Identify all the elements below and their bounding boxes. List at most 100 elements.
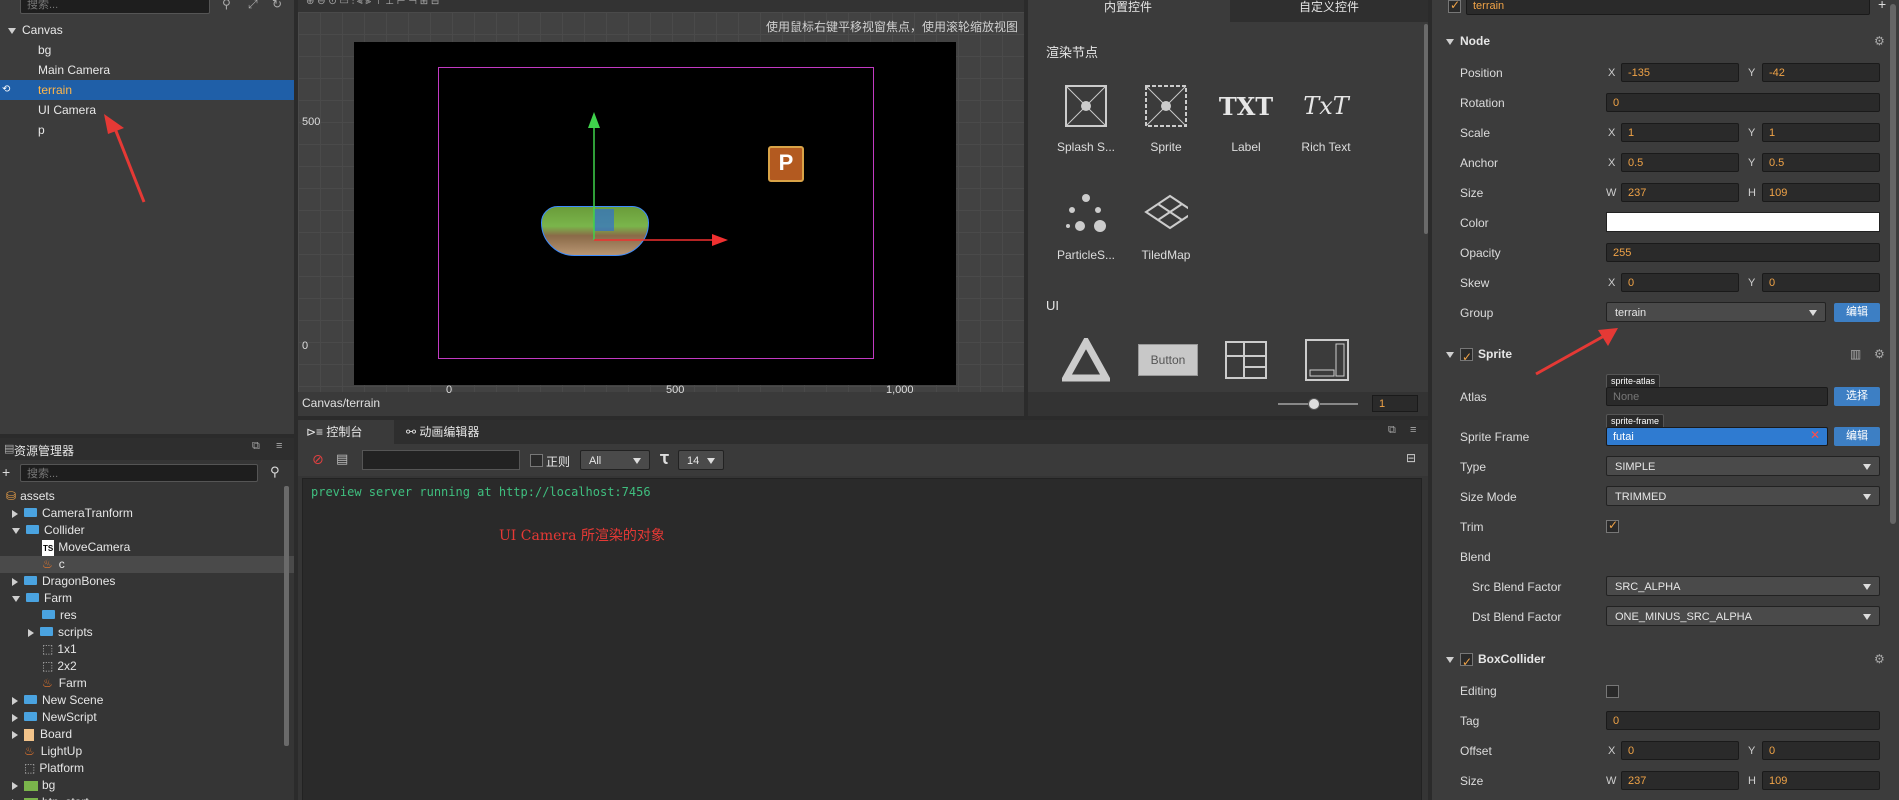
library-scrollbar[interactable]	[1424, 24, 1428, 234]
caret-right-icon[interactable]	[12, 577, 18, 586]
hierarchy-search-input[interactable]: 搜索...	[20, 0, 210, 14]
sprite-frame-input[interactable]: futai	[1606, 427, 1828, 446]
asset-folder[interactable]: res	[0, 607, 294, 624]
position-x-input[interactable]: -135	[1621, 63, 1739, 82]
gear-icon[interactable]: ⚙	[1874, 648, 1885, 670]
popout-icon[interactable]: ⧉	[1388, 424, 1396, 437]
box-size-w-input[interactable]: 237	[1621, 771, 1739, 790]
asset-file[interactable]: Board	[0, 726, 294, 743]
file-icon[interactable]: ▤	[336, 451, 348, 467]
asset-file[interactable]: ♨ Farm	[0, 675, 294, 692]
atlas-select-button[interactable]: 选择	[1834, 387, 1880, 406]
tag-input[interactable]: 0	[1606, 711, 1880, 730]
asset-file[interactable]: ⬚ 1x1	[0, 641, 294, 658]
asset-file[interactable]: ⬚ Platform	[0, 760, 294, 777]
asset-folder[interactable]: Collider	[0, 522, 294, 539]
anchor-y-input[interactable]: 0.5	[1762, 153, 1880, 172]
asset-folder[interactable]: scripts	[0, 624, 294, 641]
asset-file[interactable]: TS MoveCamera	[0, 539, 294, 557]
search-icon[interactable]: ⚲	[222, 0, 231, 11]
caret-down-icon[interactable]	[12, 595, 20, 602]
tab-custom[interactable]: 自定义控件	[1230, 0, 1428, 22]
caret-right-icon[interactable]	[12, 713, 18, 722]
boxcollider-enabled-checkbox[interactable]	[1460, 651, 1473, 673]
asset-file[interactable]: btn_start	[0, 794, 294, 800]
asset-root[interactable]: ⛁ assets	[0, 488, 288, 505]
transform-gizmo[interactable]	[574, 112, 734, 252]
refresh-icon[interactable]: ↻	[272, 0, 282, 11]
size-mode-select[interactable]: TRIMMED	[1606, 486, 1880, 506]
asset-folder[interactable]: New Scene	[0, 692, 294, 709]
inspector-scrollbar[interactable]	[1890, 4, 1896, 524]
scale-y-input[interactable]: 1	[1762, 123, 1880, 142]
lib-item-sprite[interactable]: Sprite	[1126, 84, 1206, 154]
group-select[interactable]: terrain	[1606, 302, 1826, 322]
ui-layout-icon[interactable]	[1224, 340, 1268, 380]
caret-right-icon[interactable]	[12, 509, 18, 518]
p-sprite[interactable]: P	[768, 146, 804, 182]
position-y-input[interactable]: -42	[1762, 63, 1880, 82]
atlas-input[interactable]: None	[1606, 387, 1828, 406]
zoom-icon[interactable]: ⊕ ⊖ ⊙ ▭ ⫶ ⫷ ⫸ ⊤ ⊥ ⊢ ⊣ ⊞ ⊟	[306, 0, 439, 7]
collapse-icon[interactable]: ⊟	[1406, 451, 1416, 465]
caret-right-icon[interactable]	[12, 781, 18, 790]
trim-checkbox[interactable]	[1606, 518, 1619, 533]
asset-file[interactable]: ♨ c	[0, 556, 294, 573]
asset-folder[interactable]: Farm	[0, 590, 294, 607]
tab-console[interactable]: ⊳≡ 控制台	[298, 420, 394, 444]
search-icon[interactable]: ⚲	[270, 464, 280, 480]
clear-icon[interactable]: ✕	[1810, 428, 1820, 442]
asset-folder[interactable]: NewScript	[0, 709, 294, 726]
rotation-input[interactable]: 0	[1606, 93, 1880, 112]
size-h-input[interactable]: 109	[1762, 183, 1880, 202]
lib-item-tiledmap[interactable]: TiledMap	[1126, 192, 1206, 262]
regex-checkbox[interactable]	[530, 454, 543, 467]
tab-builtin[interactable]: 内置控件	[1028, 0, 1228, 22]
book-icon[interactable]: ▥	[1850, 343, 1861, 365]
tree-item-terrain[interactable]: ⟲ terrain	[0, 80, 294, 100]
node-active-checkbox[interactable]	[1448, 0, 1461, 13]
tree-item-main-camera[interactable]: Main Camera	[0, 60, 294, 80]
scene-viewport[interactable]: 使用鼠标右键平移视窗焦点，使用滚轮缩放视图 500 0 P 0 500 1,00…	[298, 12, 1024, 396]
offset-y-input[interactable]: 0	[1762, 741, 1880, 760]
color-swatch[interactable]	[1606, 212, 1880, 232]
caret-right-icon[interactable]	[28, 628, 34, 637]
caret-down-icon[interactable]	[12, 527, 20, 534]
add-icon[interactable]: +	[2, 464, 10, 480]
type-select[interactable]: SIMPLE	[1606, 456, 1880, 476]
asset-folder[interactable]: DragonBones	[0, 573, 294, 590]
dst-blend-select[interactable]: ONE_MINUS_SRC_ALPHA	[1606, 606, 1880, 626]
ui-scrollview-icon[interactable]	[1304, 338, 1350, 382]
gear-icon[interactable]: ⚙	[1874, 30, 1885, 52]
caret-right-icon[interactable]	[12, 696, 18, 705]
clear-icon[interactable]: ⊘	[312, 451, 324, 468]
menu-icon[interactable]: ≡	[276, 440, 282, 452]
popout-icon[interactable]: ⧉	[252, 440, 260, 453]
group-edit-button[interactable]: 编辑	[1834, 303, 1880, 322]
log-level-select[interactable]: All	[580, 450, 650, 470]
caret-down-icon[interactable]	[1446, 656, 1454, 663]
boxcollider-section-header[interactable]: BoxCollider ⚙	[1432, 648, 1899, 673]
assets-search-input[interactable]: 搜索...	[20, 464, 258, 482]
editing-checkbox[interactable]	[1606, 685, 1619, 698]
font-size-select[interactable]: 14	[678, 450, 724, 470]
tree-item-bg[interactable]: bg	[0, 40, 294, 60]
ui-triangle-icon[interactable]	[1062, 338, 1110, 382]
lib-item-particle[interactable]: ParticleS...	[1046, 192, 1126, 262]
console-filter-input[interactable]	[362, 450, 520, 470]
src-blend-select[interactable]: SRC_ALPHA	[1606, 576, 1880, 596]
asset-folder[interactable]: CameraTranform	[0, 505, 294, 522]
tab-animation[interactable]: ⚯ 动画编辑器	[398, 420, 504, 444]
game-canvas[interactable]: P	[354, 42, 956, 385]
lib-item-label-node[interactable]: TXT Label	[1206, 84, 1286, 155]
caret-down-icon[interactable]	[1446, 351, 1454, 358]
gear-icon[interactable]: ⚙	[1874, 343, 1885, 365]
sprite-enabled-checkbox[interactable]	[1460, 346, 1473, 368]
sprite-frame-edit-button[interactable]: 编辑	[1834, 427, 1880, 446]
asset-file[interactable]: ♨ LightUp	[0, 743, 294, 760]
asset-file[interactable]: bg	[0, 777, 294, 794]
add-component-icon[interactable]: +	[1878, 0, 1886, 12]
opacity-input[interactable]: 255	[1606, 243, 1880, 262]
assets-scrollbar[interactable]	[284, 486, 289, 746]
lib-item-splash[interactable]: Splash S...	[1046, 84, 1126, 154]
